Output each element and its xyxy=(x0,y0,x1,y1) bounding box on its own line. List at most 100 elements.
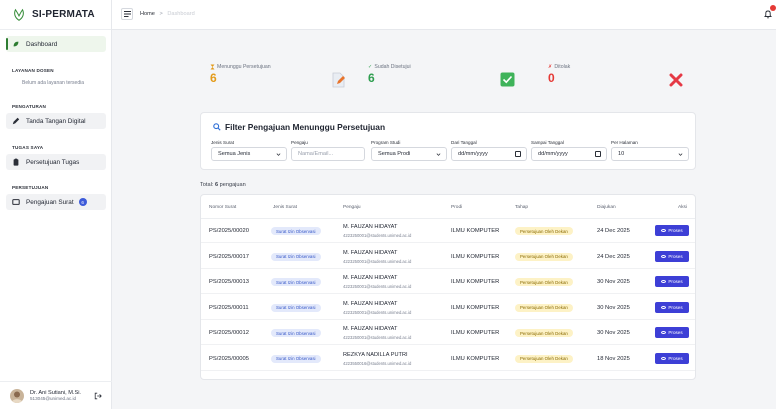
brand-name: SI-PERMATA xyxy=(32,9,95,20)
sidebar-item-label: Persetujuan Tugas xyxy=(26,158,80,166)
program-studi-select[interactable]: Semua Prodi xyxy=(371,147,447,161)
logout-icon[interactable] xyxy=(94,392,102,400)
calendar-icon[interactable] xyxy=(515,151,521,157)
per-halaman-select[interactable]: 10 xyxy=(611,147,689,161)
sidebar-item-dashboard[interactable]: Dashboard xyxy=(6,36,106,52)
proses-button[interactable]: Proses xyxy=(655,250,689,262)
user-email: 513045@unimed.ac.id xyxy=(30,396,77,401)
label-program-studi: Program Studi xyxy=(371,140,401,145)
breadcrumb-current: Dashboard xyxy=(167,11,195,17)
jenis-surat-select[interactable]: Semua Jenis xyxy=(211,147,287,161)
proses-label: Proses xyxy=(668,253,683,259)
th-nomor-surat: Nomor Surat xyxy=(209,205,237,210)
jenis-surat-badge: Surat Izin Observasi xyxy=(271,252,321,261)
proses-label: Proses xyxy=(668,355,683,361)
table-row: PS/2025/00011 Surat Izin Observasi M. FAUZ… xyxy=(201,296,695,320)
label-jenis-surat: Jenis Surat xyxy=(211,140,234,145)
stat-disetujui: ✓ Sudah Disetujui 6 xyxy=(368,64,411,100)
cell-pengaju-nama: M. FAUZAN HIDAYAT xyxy=(343,326,398,332)
section-title-pengaturan: PENGATURAN xyxy=(12,104,47,109)
x-mark-icon: ✗ xyxy=(548,64,553,70)
hamburger-icon xyxy=(123,11,131,17)
sampai-tanggal-input[interactable]: dd/mm/yyyy xyxy=(531,147,607,161)
table-row: PS/2025/00020 Surat Izin Observasi M. FAUZ… xyxy=(201,219,695,243)
cell-prodi: ILMU KOMPUTER xyxy=(451,279,500,285)
th-tahap: Tahap xyxy=(515,205,529,210)
brand[interactable]: SI-PERMATA xyxy=(0,0,111,30)
cell-diajukan: 24 Dec 2025 xyxy=(597,253,630,260)
sidebar-item-label: Dashboard xyxy=(26,40,58,48)
total-prefix: Total: xyxy=(200,182,214,188)
check-box-icon xyxy=(500,72,515,87)
avatar xyxy=(10,388,24,403)
cell-prodi: ILMU KOMPUTER xyxy=(451,304,500,311)
th-diajukan: Diajukan xyxy=(597,205,616,210)
calendar-icon[interactable] xyxy=(595,151,601,157)
tahap-badge: Persetujuan Oleh Dekan xyxy=(515,354,573,363)
proses-button[interactable]: Proses xyxy=(655,327,689,338)
pengaju-input[interactable]: Nama/Email... xyxy=(291,147,365,161)
filter-panel: Filter Pengajuan Menunggu Persetujuan Je… xyxy=(200,112,696,170)
eye-icon xyxy=(661,229,667,232)
proses-label: Proses xyxy=(668,304,683,310)
proses-button[interactable]: Proses xyxy=(655,352,689,364)
cell-pengaju-nama: M. FAUZAN HIDAYAT xyxy=(343,249,398,256)
cross-icon xyxy=(669,73,683,87)
breadcrumb-home[interactable]: Home xyxy=(140,11,155,17)
pen-icon xyxy=(12,117,20,125)
cell-nomor-surat: PS/2025/00017 xyxy=(209,253,249,260)
tahap-badge: Persetujuan Oleh Dekan xyxy=(515,329,573,337)
stat-ditolak: ✗ Ditolak 0 xyxy=(548,64,570,100)
section-note-empty: Belum ada layanan tersedia xyxy=(22,80,84,86)
user-profile[interactable]: Dr. Ani Sutiani, M.Si. 513045@unimed.ac.… xyxy=(0,381,112,409)
select-value: 10 xyxy=(618,151,625,157)
document-pencil-icon xyxy=(332,72,345,88)
input-placeholder: Nama/Email... xyxy=(298,151,334,157)
cell-diajukan: 24 Dec 2025 xyxy=(597,228,630,234)
eye-icon xyxy=(661,356,667,360)
sidebar-item-label: Tanda Tangan Digital xyxy=(26,117,86,125)
stat-label: Menunggu Persetujuan xyxy=(217,64,271,70)
date-value: dd/mm/yyyy xyxy=(538,151,568,157)
jenis-surat-badge: Surat Izin Observasi xyxy=(271,303,321,312)
th-prodi: Prodi xyxy=(451,205,463,210)
proses-button[interactable]: Proses xyxy=(655,276,689,287)
cell-nomor-surat: PS/2025/00005 xyxy=(209,355,249,362)
cell-pengaju-nama: REZKYA NADILLA PUTRI xyxy=(343,351,408,358)
cell-nomor-surat: PS/2025/00012 xyxy=(209,330,249,336)
sidebar: SI-PERMATA Dashboard LAYANAN DOSEN Belum… xyxy=(0,0,112,409)
cell-prodi: ILMU KOMPUTER xyxy=(451,228,500,234)
total-suffix: pengajuan xyxy=(219,182,246,188)
jenis-surat-badge: Surat Izin Observasi xyxy=(271,278,321,286)
stat-menunggu: Menunggu Persetujuan 6 xyxy=(210,64,271,100)
check-mark-icon: ✓ xyxy=(368,64,373,70)
section-title-persetujuan: PERSETUJUAN xyxy=(12,185,49,190)
inbox-icon xyxy=(12,198,20,206)
jenis-surat-badge: Surat Izin Observasi xyxy=(271,354,321,363)
sidebar-item-persetujuan-tugas[interactable]: Persetujuan Tugas xyxy=(6,154,106,170)
cell-diajukan: 30 Nov 2025 xyxy=(597,304,630,311)
cell-diajukan: 18 Nov 2025 xyxy=(597,355,630,362)
cell-prodi: ILMU KOMPUTER xyxy=(451,355,500,362)
jenis-surat-badge: Surat Izin Observasi xyxy=(271,227,321,235)
chevron-down-icon xyxy=(678,153,683,156)
cell-pengaju-email: 4223250001@students.unimed.ac.id xyxy=(343,233,412,238)
sidebar-item-pengajuan-surat[interactable]: Pengajuan Surat 6 xyxy=(6,194,106,210)
menu-toggle-button[interactable] xyxy=(121,8,133,20)
cell-diajukan: 30 Nov 2025 xyxy=(597,330,630,336)
dari-tanggal-input[interactable]: dd/mm/yyyy xyxy=(451,147,527,161)
pending-count-badge: 6 xyxy=(78,198,87,206)
eye-icon xyxy=(661,280,667,283)
tahap-badge: Persetujuan Oleh Dekan xyxy=(515,227,573,235)
stat-value: 6 xyxy=(210,71,217,85)
cell-pengaju-nama: M. FAUZAN HIDAYAT xyxy=(343,300,398,307)
section-title-layanan-dosen: LAYANAN DOSEN xyxy=(12,68,54,73)
th-pengaju: Pengaju xyxy=(343,205,361,210)
cell-pengaju-email: 4223550016@students.unimed.ac.id xyxy=(343,360,412,366)
proses-button[interactable]: Proses xyxy=(655,225,689,236)
proses-button[interactable]: Proses xyxy=(655,301,689,313)
sidebar-item-tanda-tangan[interactable]: Tanda Tangan Digital xyxy=(6,113,106,129)
jenis-surat-badge: Surat Izin Observasi xyxy=(271,329,321,337)
breadcrumb: Home > Dashboard xyxy=(140,11,195,17)
label-per-halaman: Per Halaman xyxy=(611,140,638,145)
